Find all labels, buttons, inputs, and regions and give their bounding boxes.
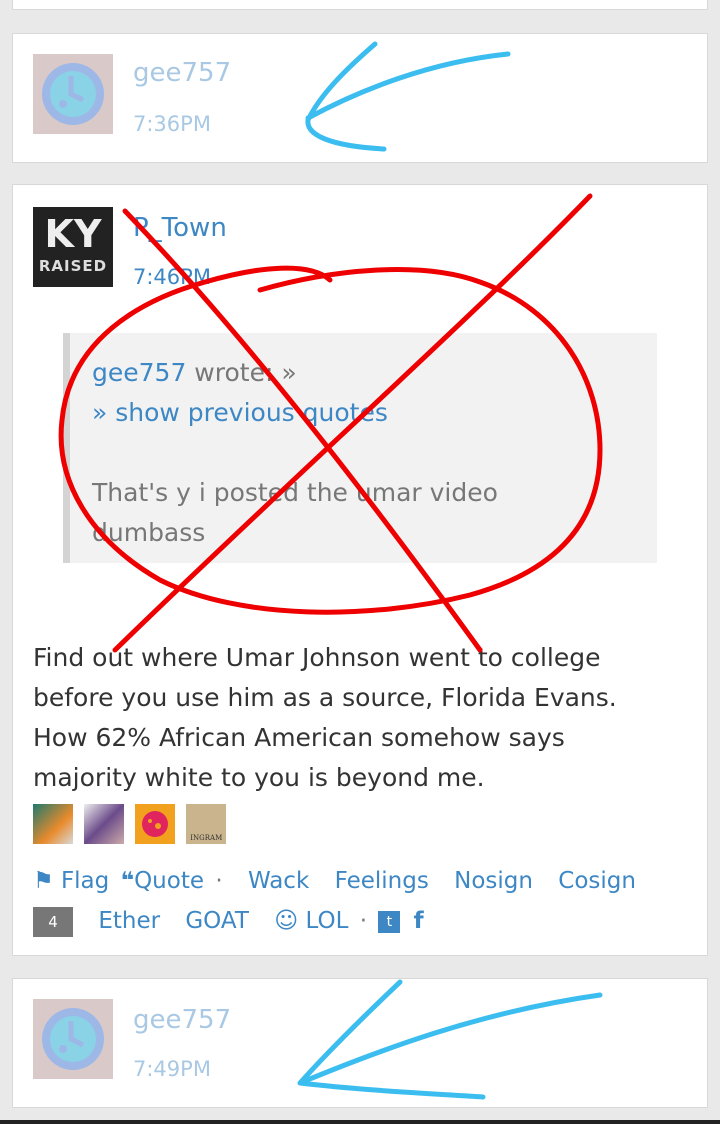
flag-button[interactable]: ⚑ Flag (33, 868, 109, 894)
avatar-text-ky: KY (44, 212, 102, 256)
post-body-line: How 62% African American somehow says (33, 723, 565, 752)
twitter-share-icon[interactable]: t (378, 910, 401, 933)
post-body-line: majority white to you is beyond me. (33, 763, 485, 792)
quote-text: dumbass (92, 518, 206, 547)
default-avatar[interactable] (33, 54, 113, 134)
blockquote: gee757 wrote: » » show previous quotes T… (63, 333, 657, 563)
quote-button[interactable]: ❝Quote (121, 868, 204, 894)
reaction-count-badge: 4 (33, 906, 73, 937)
actions-row-2: 4 Ether GOAT ☺ LOL · t f (33, 901, 654, 941)
post-actions: ⚑ Flag ❝Quote · Wack Feelings Nosign Cos… (33, 861, 654, 941)
goat-button[interactable]: GOAT (185, 908, 249, 934)
laugh-emoji-icon: ☺ (274, 908, 299, 934)
default-avatar[interactable] (33, 999, 113, 1079)
separator-dot: · (215, 868, 223, 894)
username-link[interactable]: P_Town (133, 213, 227, 243)
reactor-avatar[interactable] (33, 804, 73, 844)
ky-raised-avatar[interactable]: KY RAISED (33, 207, 113, 287)
avatar-text-raised: RAISED (38, 257, 108, 275)
post-body: Find out where Umar Johnson went to coll… (33, 638, 683, 798)
post-timestamp[interactable]: 7:49PM (133, 1057, 211, 1081)
wack-button[interactable]: Wack (248, 868, 309, 894)
reactor-avatar[interactable] (84, 804, 125, 844)
quote-author-link[interactable]: gee757 (92, 358, 186, 387)
quote-wrote-label: wrote: » (186, 358, 297, 387)
post-body-line: Find out where Umar Johnson went to coll… (33, 643, 601, 672)
reactor-avatar-tag: INGRAM (190, 834, 223, 842)
cosign-button[interactable]: Cosign (558, 868, 636, 894)
reactor-avatar[interactable] (135, 804, 176, 844)
ether-button[interactable]: Ether (98, 908, 160, 934)
facebook-share-icon[interactable]: f (414, 908, 424, 934)
quote-header: gee757 wrote: » (92, 353, 657, 393)
post-card: KY RAISED P_Town 7:46PM gee757 wrote: » … (12, 184, 708, 956)
bottom-divider (0, 1120, 720, 1124)
username-link[interactable]: gee757 (133, 1005, 231, 1035)
post-timestamp[interactable]: 7:36PM (133, 112, 211, 136)
quote-text: That's y i posted the umar video (92, 478, 498, 507)
reactor-avatar[interactable]: INGRAM (186, 804, 227, 844)
reaction-avatars: INGRAM (33, 804, 232, 844)
post-timestamp[interactable]: 7:46PM (133, 265, 211, 289)
actions-row-1: ⚑ Flag ❝Quote · Wack Feelings Nosign Cos… (33, 861, 654, 901)
separator-dot: · (359, 908, 368, 934)
post-card: gee757 7:49PM (12, 978, 708, 1108)
lol-button[interactable]: ☺ LOL (274, 908, 348, 934)
post-body-line: before you use him as a source, Florida … (33, 683, 617, 712)
post-card-partial (12, 0, 708, 10)
post-card: gee757 7:36PM (12, 33, 708, 163)
quote-icon: ❝ (120, 868, 135, 894)
nosign-button[interactable]: Nosign (454, 868, 533, 894)
show-previous-quotes-link[interactable]: » show previous quotes (92, 393, 657, 433)
flag-icon: ⚑ (33, 868, 54, 894)
feelings-button[interactable]: Feelings (335, 868, 429, 894)
username-link[interactable]: gee757 (133, 58, 231, 88)
